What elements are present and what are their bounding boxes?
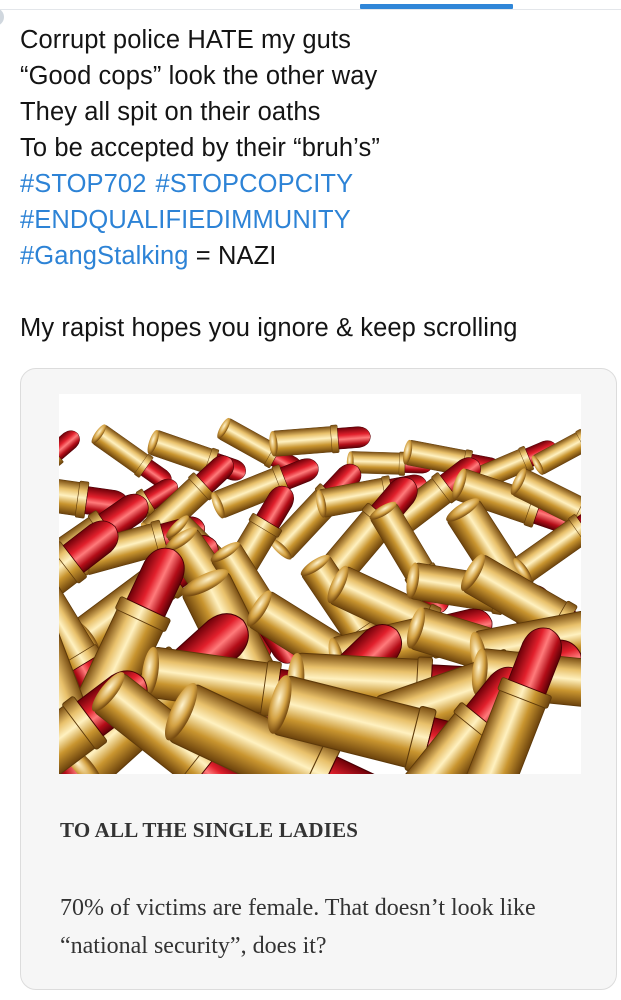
lipstick-image [59, 394, 581, 774]
hashtag-line: #ENDQUALIFIEDIMMUNITY [20, 202, 610, 238]
hashtag-gangstalking[interactable]: #GangStalking [20, 242, 189, 270]
post-line: They all spit on their oaths [20, 98, 321, 126]
closing-line: My rapist hopes you ignore & keep scroll… [20, 314, 518, 342]
post-line: To be accepted by their “bruh’s” [20, 134, 380, 162]
post-line: “Good cops” look the other way [20, 62, 378, 90]
gangstalking-suffix: = NAZI [188, 242, 277, 270]
hashtag-stop702[interactable]: #STOP702 [20, 170, 147, 198]
card-title: TO ALL THE SINGLE LADIES [60, 818, 359, 842]
post-body: Corrupt police HATE my guts “Good cops” … [20, 22, 610, 346]
post-line: Corrupt police HATE my guts [20, 26, 351, 54]
hashtag-endqualifiedimmunity[interactable]: #ENDQUALIFIEDIMMUNITY [20, 206, 351, 234]
card-description: 70% of victims are female. That doesn’t … [60, 895, 536, 959]
avatar-edge[interactable] [0, 8, 4, 26]
hashtag-line: #GangStalking = NAZI [20, 238, 610, 274]
hashtag-stopcopcity[interactable]: #STOPCOPCITY [156, 170, 354, 198]
active-tab-indicator [360, 4, 513, 9]
link-preview-card[interactable]: TO ALL THE SINGLE LADIES 70% of victims … [20, 368, 617, 990]
hashtag-line: #STOP702 #STOPCOPCITY [20, 166, 610, 202]
top-divider [0, 9, 621, 10]
